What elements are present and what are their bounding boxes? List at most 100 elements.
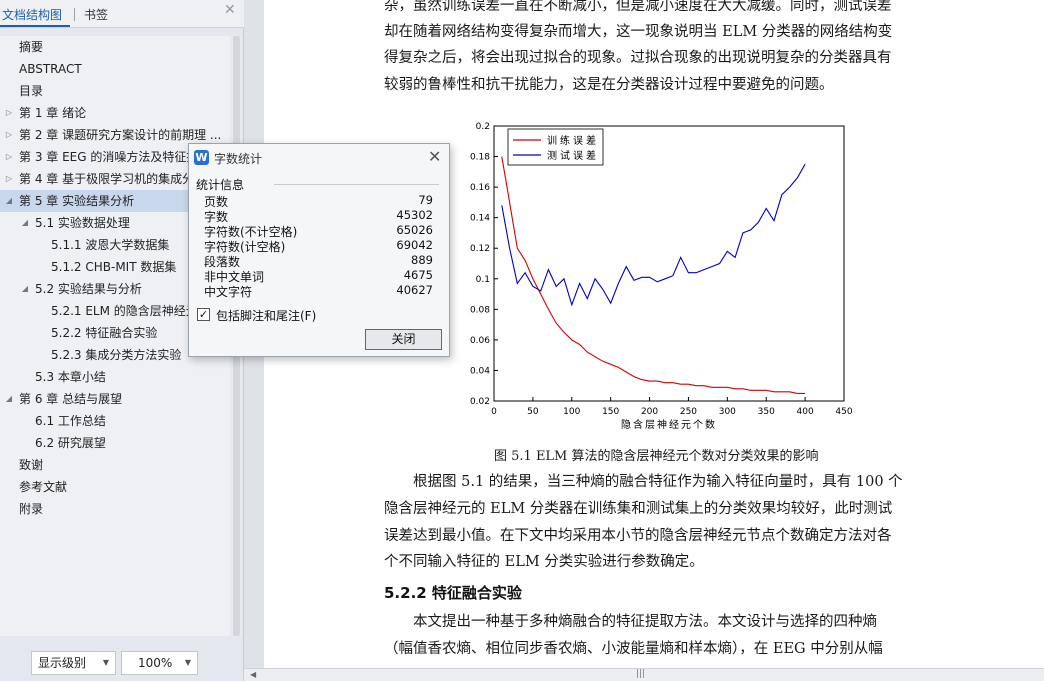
x-tick-label: 0 — [491, 407, 497, 417]
expand-arrow-icon[interactable]: ▷ — [4, 102, 14, 124]
expand-arrow-icon[interactable]: ▷ — [4, 124, 14, 146]
stat-value: 40627 — [396, 283, 433, 297]
chevron-down-icon: ▼ — [184, 658, 191, 667]
outline-item[interactable]: 致谢 — [0, 454, 230, 476]
outline-item-label: 目录 — [19, 84, 44, 98]
stat-value: 889 — [411, 253, 433, 267]
outline-item-label: 附录 — [19, 502, 44, 516]
outline-item-label: 第 3 章 EEG 的消噪方法及特征提 — [19, 150, 199, 164]
collapse-arrow-icon[interactable]: ◢ — [20, 278, 30, 300]
error-rate-chart: 0 50 100 150 200 250 300 350 400 450 0.02 0.04 0.06 0… — [470, 122, 853, 431]
y-tick-label: 0.08 — [470, 305, 490, 315]
stat-value: 4675 — [403, 268, 433, 282]
outline-item-label: 5.1 实验数据处理 — [35, 216, 130, 230]
outline-item-label: 5.2.2 特征融合实验 — [51, 326, 158, 340]
close-icon[interactable]: ✕ — [428, 147, 441, 166]
outline-item-label: 致谢 — [19, 458, 44, 472]
outline-item[interactable]: 摘要 — [0, 36, 230, 58]
outline-item-label: 第 4 章 基于极限学习机的集成分 — [19, 172, 195, 186]
stat-value: 65026 — [396, 223, 433, 237]
outline-item[interactable]: 参考文献 — [0, 476, 230, 498]
outline-item-label: 第 6 章 总结与展望 — [19, 392, 123, 406]
y-tick-label: 0.12 — [470, 244, 490, 254]
stat-name: 中文字符 — [204, 285, 253, 299]
stat-value: 69042 — [396, 238, 433, 252]
outline-item[interactable]: 附录 — [0, 498, 230, 520]
body-paragraph-line: 隐含层神经元的 ELM 分类器在训练集和测试集上的分类效果均较好，此时测试 — [384, 501, 893, 517]
dialog-title: 字数统计 — [214, 152, 263, 166]
include-footnotes-label[interactable]: 包括脚注和尾注(F) — [216, 307, 316, 324]
x-tick-label: 150 — [602, 407, 619, 417]
tab-bookmarks[interactable]: 书签 — [84, 6, 108, 23]
y-tick-label: 0.18 — [470, 153, 490, 163]
x-tick-label: 250 — [680, 407, 697, 417]
y-tick-label: 0.16 — [470, 183, 490, 193]
display-level-value: 显示级别 — [38, 656, 87, 670]
horizontal-scrollbar[interactable]: ◀ ||| — [244, 668, 1044, 681]
collapse-arrow-icon[interactable]: ◢ — [4, 388, 14, 410]
outline-item-label: 5.2.3 集成分类方法实验 — [51, 348, 182, 362]
outline-item-label: 5.2 实验结果与分析 — [35, 282, 142, 296]
outline-item-label: 第 5 章 实验结果分析 — [19, 194, 135, 208]
close-button[interactable]: 关闭 — [365, 329, 442, 350]
zoom-value: 100% — [138, 656, 173, 670]
outline-item[interactable]: 5.3 本章小结 — [0, 366, 230, 388]
y-tick-label: 0.04 — [470, 366, 490, 376]
outline-item-label: 5.3 本章小结 — [35, 370, 106, 384]
outline-item-label: 摘要 — [19, 40, 44, 54]
outline-item[interactable]: 6.2 研究展望 — [0, 432, 230, 454]
plot-frame — [493, 125, 845, 402]
outline-item-label: ABSTRACT — [19, 62, 82, 76]
display-level-select[interactable]: 显示级别 ▼ — [31, 651, 116, 675]
scrollbar-grip-icon[interactable]: ||| — [636, 669, 645, 679]
outline-item-label: 第 1 章 绪论 — [19, 106, 87, 120]
active-tab-indicator — [0, 25, 70, 27]
y-tick-label: 0.06 — [470, 336, 490, 346]
outline-item[interactable]: 目录 — [0, 80, 230, 102]
close-icon[interactable]: ✕ — [224, 2, 236, 18]
legend-label: 测试误差 — [547, 149, 599, 162]
body-paragraph-line: 得复杂之后，将会出现过拟合的现象。过拟合现象的出现说明复杂的分类器具有 — [384, 50, 892, 66]
tab-separator — [74, 8, 75, 21]
collapse-arrow-icon[interactable]: ◢ — [20, 212, 30, 234]
include-footnotes-checkbox[interactable]: ✓ — [197, 308, 210, 321]
expand-arrow-icon[interactable]: ▷ — [4, 168, 14, 190]
y-tick-label: 0.02 — [470, 397, 490, 407]
outline-item-label: 5.2.1 ELM 的隐含层神经元 — [51, 304, 198, 318]
x-axis-label: 隐含层神经元个数 — [621, 418, 717, 431]
nav-tab-bar: 文档结构图 书签 ✕ — [0, 0, 244, 28]
outline-item-label: 6.2 研究展望 — [35, 436, 106, 450]
collapse-arrow-icon[interactable]: ◢ — [4, 190, 14, 212]
x-tick-label: 50 — [527, 407, 539, 417]
figure-caption: 图 5.1 ELM 算法的隐含层神经元个数对分类效果的影响 — [494, 449, 819, 464]
body-paragraph-line: （幅值香农熵、相位同步香农熵、小波能量熵和样本熵），在 EEG 中分别从幅 — [384, 641, 883, 657]
body-paragraph-line: 个不同输入特征的 ELM 分类实验进行参数确定。 — [384, 554, 704, 570]
x-tick-label: 300 — [719, 407, 736, 417]
stat-value: 79 — [418, 193, 433, 207]
outline-item[interactable]: 6.1 工作总结 — [0, 410, 230, 432]
section-heading: 5.2.2 特征融合实验 — [384, 584, 522, 602]
body-paragraph-line: 杂，虽然训练误差一直在不断减小，但是减小速度在大大减缓。同时，测试误差 — [384, 0, 892, 14]
tab-document-outline[interactable]: 文档结构图 — [2, 6, 62, 23]
legend-label: 训练误差 — [547, 134, 599, 147]
y-tick-label: 0.2 — [476, 122, 490, 132]
outline-item[interactable]: ◢ 第 6 章 总结与展望 — [0, 388, 230, 410]
group-divider — [274, 184, 439, 185]
outline-item-label: 6.1 工作总结 — [35, 414, 106, 428]
outline-item[interactable]: ▷ 第 1 章 绪论 — [0, 102, 230, 124]
body-paragraph-line: 根据图 5.1 的结果，当三种熵的融合特征作为输入特征向量时，具有 100 个 — [384, 474, 903, 490]
body-paragraph-line: 误差达到最小值。在下文中均采用本小节的隐含层神经元节点个数确定方法对各 — [384, 528, 892, 544]
outline-item[interactable]: ABSTRACT — [0, 58, 230, 80]
x-tick-label: 450 — [835, 407, 852, 417]
zoom-select[interactable]: 100% ▼ — [121, 651, 198, 675]
y-tick-label: 0.1 — [476, 275, 490, 285]
body-paragraph-line: 却在随着网络结构变得复杂而增大，这一现象说明当 ELM 分类器的网络结构变 — [384, 24, 893, 40]
y-tick-label: 0.14 — [470, 214, 490, 224]
wps-logo-icon: W — [194, 150, 209, 165]
outline-item-label: 5.1.2 CHB-MIT 数据集 — [51, 260, 177, 274]
scroll-left-arrow-icon[interactable]: ◀ — [250, 670, 256, 679]
word-count-dialog: W 字数统计 ✕ 统计信息 页数 79 字数 45302 字符数(不计空格) 65026 字… — [188, 143, 450, 357]
body-paragraph-line: 本文提出一种基于多种熵融合的特征提取方法。本文设计与选择的四种熵 — [384, 614, 877, 630]
statistics-group-label: 统计信息 — [196, 178, 245, 192]
expand-arrow-icon[interactable]: ▷ — [4, 146, 14, 168]
